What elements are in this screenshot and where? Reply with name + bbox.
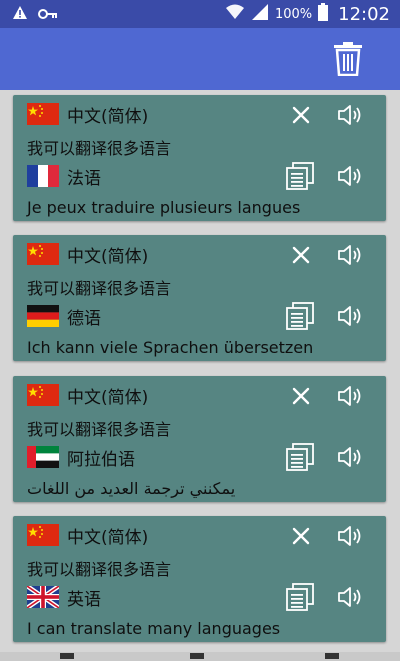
france-flag-icon xyxy=(27,165,59,187)
status-bar: 100% 12:02 xyxy=(0,0,400,28)
copy-icon[interactable] xyxy=(285,161,315,191)
target-lang-label: 德语 xyxy=(67,308,101,329)
source-lang-row: 中文(简体) xyxy=(27,382,148,408)
bottom-nav-edge xyxy=(0,652,400,661)
germany-flag-icon xyxy=(27,305,59,327)
target-lang-row: 英语 xyxy=(27,584,101,610)
source-lang-label: 中文(简体) xyxy=(67,246,149,267)
target-speaker-icon[interactable] xyxy=(335,442,365,472)
source-speaker-icon[interactable] xyxy=(335,381,365,411)
source-lang-row: 中文(简体) xyxy=(27,241,148,267)
source-lang-row: 中文(简体) xyxy=(27,522,148,548)
translation-card: 中文(简体) 我可以翻译很多语言 英语 I can translate many… xyxy=(13,516,386,642)
uae-flag-icon xyxy=(27,446,59,468)
copy-icon[interactable] xyxy=(285,301,315,331)
battery-icon xyxy=(318,3,329,25)
uk-flag-icon xyxy=(27,586,59,608)
target-text: Ich kann viele Sprachen übersetzen xyxy=(27,338,314,357)
source-text: 我可以翻译很多语言 xyxy=(27,279,172,298)
copy-icon[interactable] xyxy=(285,582,315,612)
warning-icon xyxy=(12,5,28,24)
trash-icon[interactable] xyxy=(334,42,362,80)
source-speaker-icon[interactable] xyxy=(335,240,365,270)
app-bar xyxy=(0,28,400,90)
translation-card: 中文(简体) 我可以翻译很多语言 法语 Je peux traduire plu… xyxy=(13,95,386,221)
close-icon[interactable] xyxy=(286,381,316,411)
signal-icon xyxy=(251,3,269,25)
target-text: Je peux traduire plusieurs langues xyxy=(27,198,301,217)
close-icon[interactable] xyxy=(286,521,316,551)
source-text: 我可以翻译很多语言 xyxy=(27,560,172,579)
target-text: I can translate many languages xyxy=(27,619,281,638)
source-lang-row: 中文(简体) xyxy=(27,101,148,127)
source-speaker-icon[interactable] xyxy=(335,100,365,130)
china-flag-icon xyxy=(27,103,59,125)
china-flag-icon xyxy=(27,524,59,546)
target-text: يمكنني ترجمة العديد من اللغات xyxy=(27,479,236,498)
close-icon[interactable] xyxy=(286,100,316,130)
battery-percent: 100% xyxy=(274,6,313,22)
target-speaker-icon[interactable] xyxy=(335,582,365,612)
target-lang-row: 法语 xyxy=(27,163,101,189)
source-lang-label: 中文(简体) xyxy=(67,106,149,127)
source-lang-label: 中文(简体) xyxy=(67,527,149,548)
translation-card: 中文(简体) 我可以翻译很多语言 阿拉伯语 يمكنني ترجمة العدي… xyxy=(13,376,386,502)
china-flag-icon xyxy=(27,243,59,265)
copy-icon[interactable] xyxy=(285,442,315,472)
translation-card: 中文(简体) 我可以翻译很多语言 德语 Ich kann viele Sprac… xyxy=(13,235,386,361)
target-lang-label: 法语 xyxy=(67,168,101,189)
target-speaker-icon[interactable] xyxy=(335,161,365,191)
clock: 12:02 xyxy=(338,3,390,25)
key-icon xyxy=(38,5,58,24)
close-icon[interactable] xyxy=(286,240,316,270)
target-speaker-icon[interactable] xyxy=(335,301,365,331)
target-lang-label: 阿拉伯语 xyxy=(67,449,135,470)
target-lang-row: 德语 xyxy=(27,303,101,329)
wifi-icon xyxy=(225,3,245,25)
target-lang-row: 阿拉伯语 xyxy=(27,444,135,470)
source-text: 我可以翻译很多语言 xyxy=(27,139,172,158)
china-flag-icon xyxy=(27,384,59,406)
source-text: 我可以翻译很多语言 xyxy=(27,420,172,439)
source-speaker-icon[interactable] xyxy=(335,521,365,551)
target-lang-label: 英语 xyxy=(67,589,101,610)
source-lang-label: 中文(简体) xyxy=(67,387,149,408)
